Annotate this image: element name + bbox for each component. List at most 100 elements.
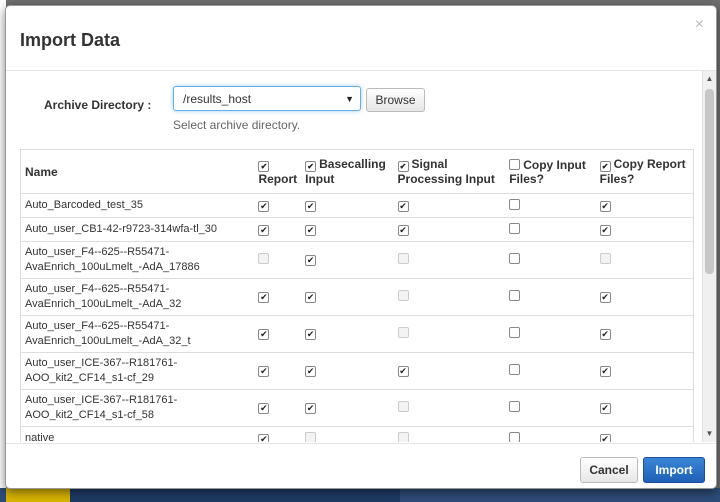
copy-input-checkbox[interactable]: [509, 327, 521, 338]
table-row: Auto_user_F4--625--R55471- AvaEnrich_100…: [21, 241, 693, 279]
table-header-row: Name ✔ Report ✔ Basecalling Input ✔ Signal…: [21, 150, 693, 194]
cell-report: ✔: [254, 389, 302, 427]
column-header-basecalling-label: Basecalling: [319, 157, 386, 171]
column-header-copy-input: Copy Input Files?: [505, 150, 596, 194]
basecalling-checkbox[interactable]: ✔: [305, 255, 317, 266]
run-name: Auto_user_ICE-367--R181761- AOO_kit2_CF1…: [21, 352, 255, 390]
archive-directory-select[interactable]: /results_host ▼: [173, 86, 361, 111]
table-row: Auto_user_ICE-367--R181761- AOO_kit2_CF1…: [21, 352, 693, 390]
copy-input-checkbox[interactable]: [509, 431, 521, 442]
signal-processing-checkbox[interactable]: ✔: [397, 200, 409, 212]
report-checkbox[interactable]: ✔: [258, 433, 270, 442]
column-header-name-label: Name: [25, 164, 58, 179]
run-name: Auto_user_CB1-42-r9723-314wfa-tl_30: [21, 217, 255, 242]
cell-copy-report: ✔: [595, 315, 693, 353]
copy-report-checkbox[interactable]: ✔: [599, 329, 611, 340]
browse-button[interactable]: Browse: [366, 88, 425, 112]
cell-copy-input: [505, 389, 596, 427]
cell-basecalling: ✔: [301, 315, 394, 353]
copy-report-checkbox[interactable]: ✔: [599, 366, 611, 377]
table-body: Auto_Barcoded_test_35 ✔ ✔ ✔ ✔ Auto_user_CB1-4…: [21, 193, 693, 442]
run-name: Auto_user_F4--625--R55471- AvaEnrich_100…: [21, 278, 255, 316]
cell-copy-report: ✔: [595, 426, 693, 442]
report-checkbox[interactable]: ✔: [258, 224, 270, 236]
report-checkbox: [258, 253, 270, 264]
report-checkbox[interactable]: ✔: [258, 292, 270, 303]
runs-table: Name ✔ Report ✔ Basecalling Input ✔ Signal…: [20, 149, 694, 442]
archive-help-text: Select archive directory.: [173, 118, 301, 132]
basecalling-checkbox[interactable]: ✔: [305, 329, 317, 340]
signal-processing-checkbox[interactable]: ✔: [397, 366, 409, 377]
archive-directory-value: /results_host: [183, 92, 252, 106]
signal-processing-checkbox[interactable]: ✔: [397, 224, 409, 236]
cancel-button[interactable]: Cancel: [580, 457, 638, 483]
cell-report: ✔: [254, 217, 302, 242]
column-header-signal-label: Signal: [411, 157, 448, 171]
signal-processing-checkbox: [397, 431, 409, 442]
cell-report: ✔: [254, 193, 302, 218]
run-name: Auto_user_F4--625--R55471- AvaEnrich_100…: [21, 315, 255, 353]
dialog-footer: Cancel Import: [6, 443, 716, 489]
cell-signal-processing: [393, 278, 506, 316]
basecalling-checkbox: [305, 431, 317, 442]
column-header-copy-report-label: Copy Report: [613, 157, 686, 171]
copy-input-checkbox[interactable]: [509, 198, 521, 210]
column-header-basecalling-label-2: Input: [305, 172, 335, 186]
scroll-down-icon[interactable]: ▼: [703, 428, 716, 440]
table-row: Auto_user_CB1-42-r9723-314wfa-tl_30 ✔ ✔ ✔ ✔: [21, 217, 693, 242]
column-header-copy-input-label: Copy Input: [523, 157, 586, 172]
signal-processing-checkbox: [397, 290, 409, 301]
run-name: Auto_user_ICE-367--R181761- AOO_kit2_CF1…: [21, 389, 255, 427]
column-header-signal: ✔ Signal Processing Input: [393, 150, 506, 194]
copy-report-checkbox[interactable]: ✔: [599, 200, 611, 212]
cell-copy-input: [505, 315, 596, 353]
report-checkbox[interactable]: ✔: [258, 366, 270, 377]
cell-report: ✔: [254, 352, 302, 390]
cell-copy-input: [505, 352, 596, 390]
report-checkbox[interactable]: ✔: [258, 200, 270, 212]
table-row: Auto_Barcoded_test_35 ✔ ✔ ✔ ✔: [21, 193, 693, 218]
cell-report: ✔: [254, 278, 302, 316]
column-header-report-label: Report: [258, 172, 298, 186]
select-all-signal-checkbox[interactable]: ✔: [397, 161, 409, 172]
copy-report-checkbox[interactable]: ✔: [599, 433, 611, 442]
select-all-basecalling-checkbox[interactable]: ✔: [305, 161, 317, 172]
scrollbar-thumb[interactable]: [705, 89, 714, 274]
basecalling-checkbox[interactable]: ✔: [305, 224, 317, 236]
basecalling-checkbox[interactable]: ✔: [305, 200, 317, 212]
copy-input-checkbox[interactable]: [509, 401, 521, 412]
run-name: Auto_Barcoded_test_35: [21, 193, 255, 218]
cell-copy-input: [505, 193, 596, 218]
report-checkbox[interactable]: ✔: [258, 403, 270, 414]
copy-report-checkbox[interactable]: ✔: [599, 292, 611, 303]
cell-basecalling: ✔: [301, 352, 394, 390]
basecalling-checkbox[interactable]: ✔: [305, 366, 317, 377]
table-row: Auto_user_ICE-367--R181761- AOO_kit2_CF1…: [21, 389, 693, 427]
basecalling-checkbox[interactable]: ✔: [305, 403, 317, 414]
import-button[interactable]: Import: [643, 457, 705, 483]
cell-basecalling: ✔: [301, 217, 394, 242]
copy-input-checkbox[interactable]: [509, 253, 521, 264]
close-icon[interactable]: ×: [695, 16, 704, 34]
copy-report-checkbox[interactable]: ✔: [599, 403, 611, 414]
column-header-copy-report-label-2: Files?: [599, 172, 635, 186]
basecalling-checkbox[interactable]: ✔: [305, 292, 317, 303]
copy-input-checkbox[interactable]: [509, 364, 521, 375]
dialog-scrollbar[interactable]: ▲ ▼: [702, 71, 716, 442]
cell-basecalling: ✔: [301, 193, 394, 218]
cell-basecalling: [301, 426, 394, 442]
select-all-copy-input-checkbox[interactable]: [509, 158, 521, 170]
copy-input-checkbox[interactable]: [509, 290, 521, 301]
cell-copy-report: ✔: [595, 352, 693, 390]
cell-signal-processing: [393, 315, 506, 353]
select-all-report-checkbox[interactable]: ✔: [258, 161, 270, 172]
cell-signal-processing: ✔: [393, 352, 506, 390]
report-checkbox[interactable]: ✔: [258, 329, 270, 340]
select-all-copy-report-checkbox[interactable]: ✔: [599, 161, 611, 172]
cell-basecalling: ✔: [301, 278, 394, 316]
cell-signal-processing: [393, 389, 506, 427]
copy-input-checkbox[interactable]: [509, 222, 521, 234]
signal-processing-checkbox: [397, 401, 409, 412]
copy-report-checkbox[interactable]: ✔: [599, 224, 611, 236]
scroll-up-icon[interactable]: ▲: [703, 73, 716, 85]
